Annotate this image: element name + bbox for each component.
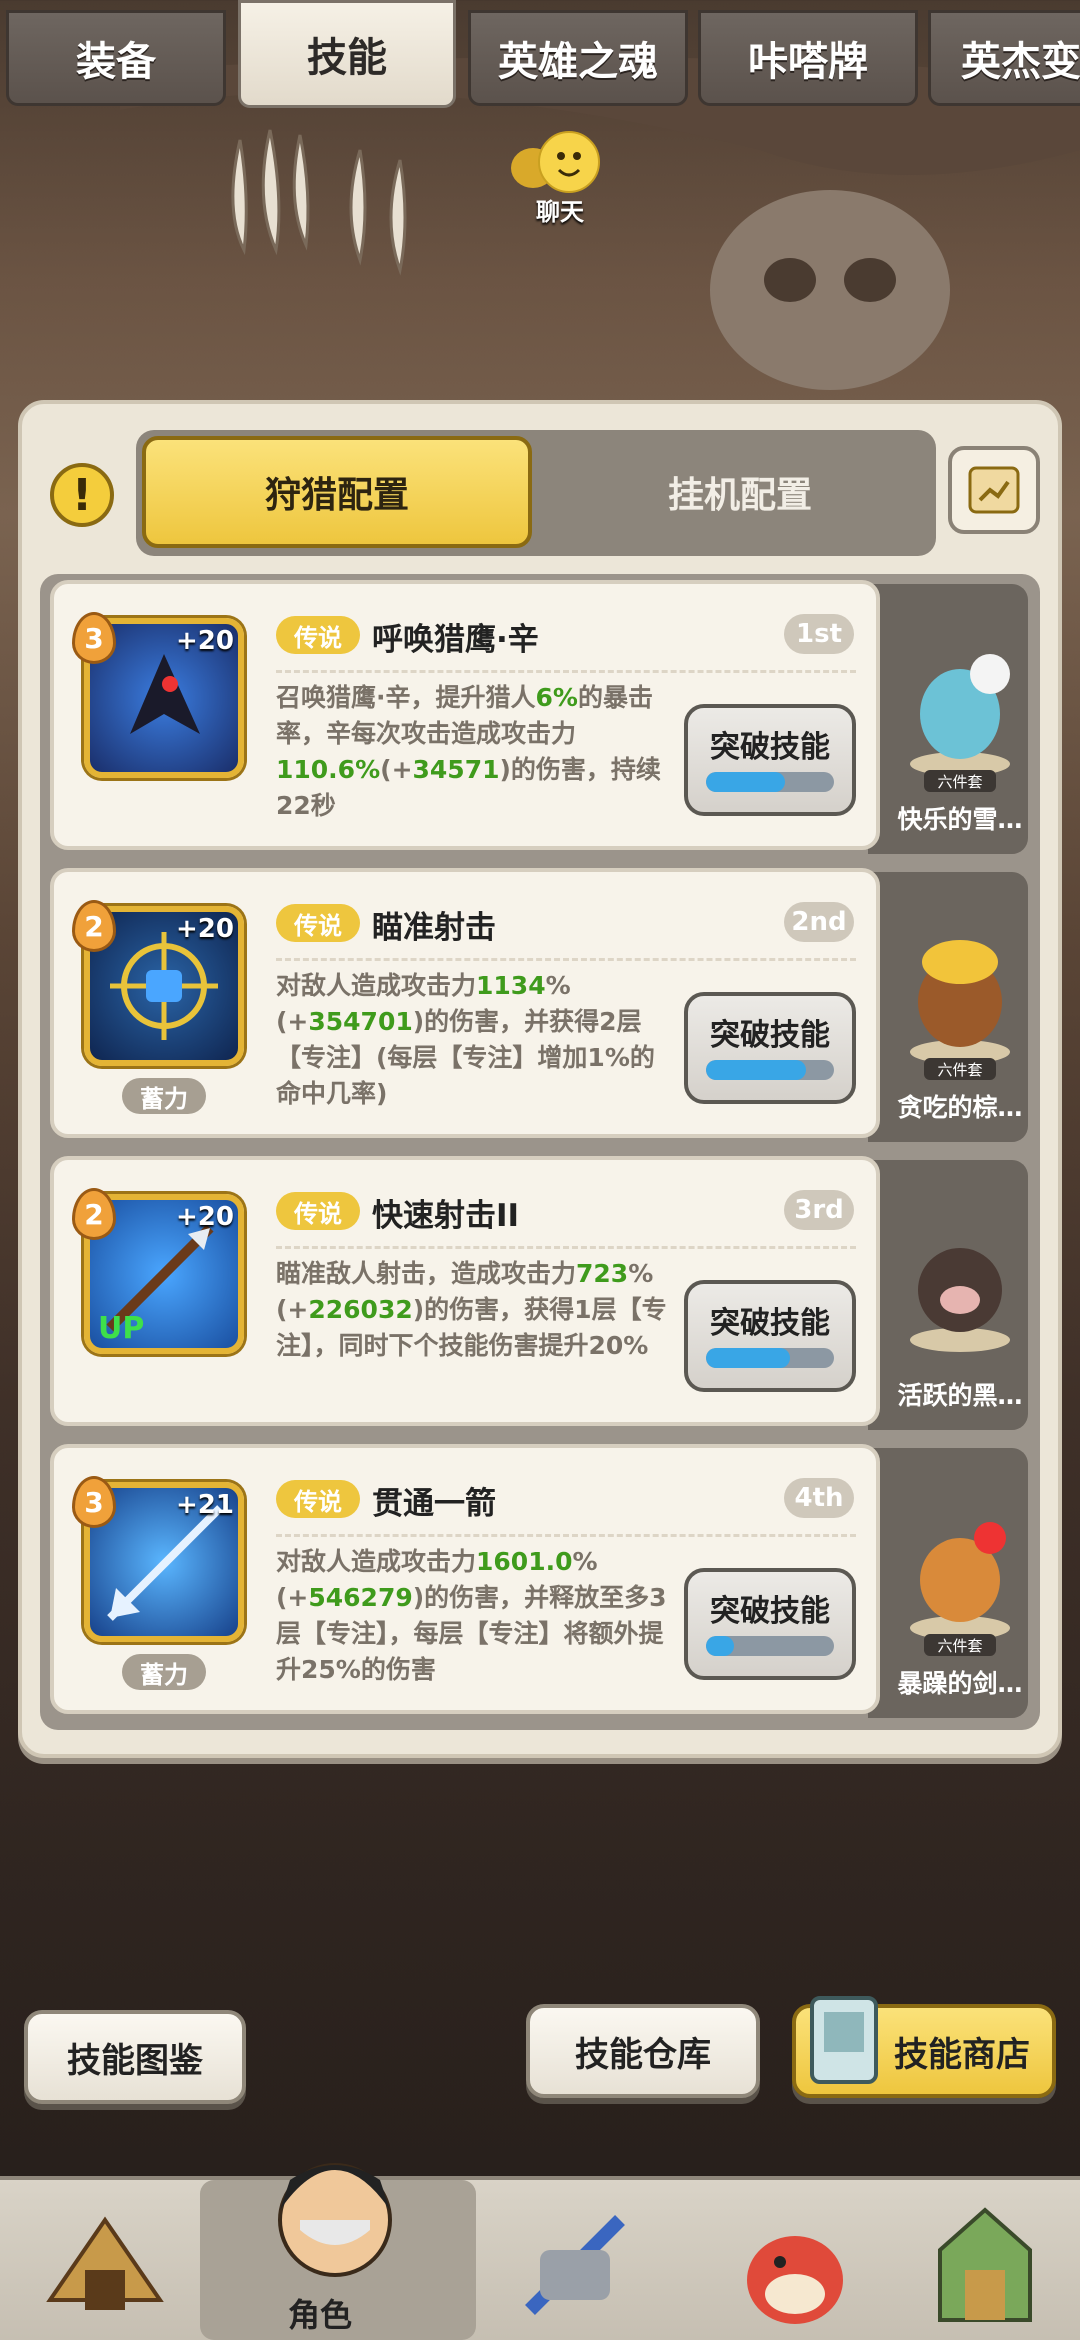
tab-idle-config[interactable]: 挂机配置	[560, 436, 920, 548]
skill-plus-level: +21	[176, 1490, 234, 1520]
divider	[276, 1246, 856, 1249]
chat-button[interactable]: 聊天	[505, 128, 615, 228]
break-skill-label: 突破技能	[710, 1018, 830, 1053]
tab-card[interactable]: 咔嗒牌	[698, 10, 918, 106]
pet-set-badge: 六件套	[924, 1058, 996, 1080]
skill-card-2[interactable]: 2 +20 蓄力 传说 瞄准射击 2nd 对敌人造成攻击力1134%(+3547…	[50, 868, 880, 1138]
nav-hut[interactable]	[30, 2190, 180, 2340]
skill-rank: 3rd	[784, 1190, 854, 1230]
info-warning-icon[interactable]: !	[50, 463, 114, 527]
skill-name: 呼唤猎鹰·辛	[372, 622, 539, 658]
break-progress-bar	[706, 1636, 834, 1656]
skill-name: 快速射击II	[372, 1198, 520, 1234]
rarity-badge: 传说	[276, 1192, 360, 1230]
skill-card-1[interactable]: 3 +20 传说 呼唤猎鹰·辛 1st 召唤猎鹰·辛，提升猎人6%的暴击率，辛每…	[50, 580, 880, 850]
rarity-badge: 传说	[276, 616, 360, 654]
divider	[276, 670, 856, 673]
charge-badge: 蓄力	[122, 1078, 206, 1114]
up-badge: UP	[98, 1311, 144, 1346]
tab-hunting-config[interactable]: 狩猎配置	[142, 436, 532, 548]
tab-hero-soul[interactable]: 英雄之魂	[468, 10, 688, 106]
skill-map-button[interactable]	[948, 446, 1040, 534]
break-skill-button[interactable]: 突破技能	[684, 1568, 856, 1680]
skill-shop-label: 技能商店	[894, 2034, 1030, 2075]
pet-icon	[910, 654, 1010, 776]
pet-slot-2[interactable]: 六件套 贪吃的棕…	[880, 892, 1040, 1132]
skill-plus-level: +20	[176, 1202, 234, 1232]
skill-plus-level: +20	[176, 626, 234, 656]
nav-weapon[interactable]	[500, 2190, 650, 2340]
break-progress-bar	[706, 772, 834, 792]
skill-shop-button[interactable]: 技能商店	[792, 1996, 1056, 2098]
pet-icon	[910, 940, 1010, 1064]
break-skill-label: 突破技能	[710, 730, 830, 765]
break-skill-button[interactable]: 突破技能	[684, 992, 856, 1104]
skill-rank: 1st	[784, 614, 854, 654]
skill-codex-button[interactable]: 技能图鉴	[24, 2010, 246, 2104]
break-skill-button[interactable]: 突破技能	[684, 704, 856, 816]
break-progress-bar	[706, 1060, 834, 1080]
pet-label: 快乐的雪…	[897, 805, 1023, 834]
character-icon	[278, 2163, 392, 2277]
tab-equipment[interactable]: 装备	[6, 10, 226, 106]
tab-hero-transform[interactable]: 英杰变	[928, 10, 1080, 106]
skill-description: 瞄准敌人射击，造成攻击力723%(+226032)的伤害，获得1层【专注】，同时…	[276, 1259, 667, 1360]
skill-rank: 2nd	[784, 902, 854, 942]
break-skill-label: 突破技能	[710, 1306, 830, 1341]
rarity-badge: 传说	[276, 904, 360, 942]
pet-icon	[747, 2236, 843, 2324]
break-progress-bar	[706, 1348, 834, 1368]
pet-slot-1[interactable]: 六件套 快乐的雪…	[880, 604, 1040, 844]
divider	[276, 958, 856, 961]
pet-icon	[910, 1522, 1010, 1640]
skill-description: 对敌人造成攻击力1134%(+354701)的伤害，并获得2层【专注】(每层【专…	[276, 971, 655, 1108]
divider	[276, 1534, 856, 1537]
hut-icon	[46, 2216, 164, 2310]
nav-character[interactable]	[260, 2130, 410, 2290]
skill-storage-button[interactable]: 技能仓库	[526, 2004, 760, 2098]
skill-description: 对敌人造成攻击力1601.0%(+546279)的伤害，并释放至多3层【专注】，…	[276, 1547, 667, 1684]
nav-character-label: 角色	[288, 2296, 353, 2334]
pet-set-badge: 六件套	[924, 1634, 996, 1656]
pet-set-badge: 六件套	[924, 770, 996, 792]
pet-label: 活跃的黑…	[897, 1381, 1023, 1410]
break-skill-label: 突破技能	[710, 1594, 830, 1629]
weapon-icon	[525, 2215, 625, 2315]
skill-card-4[interactable]: 3 +21 蓄力 传说 贯通一箭 4th 对敌人造成攻击力1601.0%(+54…	[50, 1444, 880, 1714]
nav-guild[interactable]	[910, 2190, 1060, 2340]
nav-pet[interactable]	[720, 2190, 870, 2340]
pet-slot-3[interactable]: 活跃的黑…	[880, 1180, 1040, 1420]
charge-badge: 蓄力	[122, 1654, 206, 1690]
top-tab-bar: 装备 技能 英雄之魂 咔嗒牌 英杰变	[0, 0, 1080, 108]
chat-label: 聊天	[536, 198, 584, 226]
guild-icon	[938, 2207, 1032, 2322]
chat-bubble-icon	[511, 131, 600, 193]
tab-skills[interactable]: 技能	[238, 0, 456, 108]
map-icon	[968, 466, 1020, 514]
break-skill-button[interactable]: 突破技能	[684, 1280, 856, 1392]
pet-label: 贪吃的棕…	[897, 1093, 1023, 1122]
skill-plus-level: +20	[176, 914, 234, 944]
shop-icon	[810, 1996, 878, 2084]
skill-rank: 4th	[784, 1478, 854, 1518]
skill-name: 贯通一箭	[372, 1486, 496, 1522]
skill-card-3[interactable]: UP 2 +20 传说 快速射击II 3rd 瞄准敌人射击，造成攻击力723%(…	[50, 1156, 880, 1426]
pet-slot-4[interactable]: 六件套 暴躁的剑…	[880, 1468, 1040, 1708]
rarity-badge: 传说	[276, 1480, 360, 1518]
pet-icon	[910, 1248, 1010, 1352]
skill-description: 召唤猎鹰·辛，提升猎人6%的暴击率，辛每次攻击造成攻击力110.6%(+3457…	[276, 683, 661, 820]
pet-label: 暴躁的剑…	[897, 1669, 1023, 1698]
skill-name: 瞄准射击	[372, 910, 496, 946]
